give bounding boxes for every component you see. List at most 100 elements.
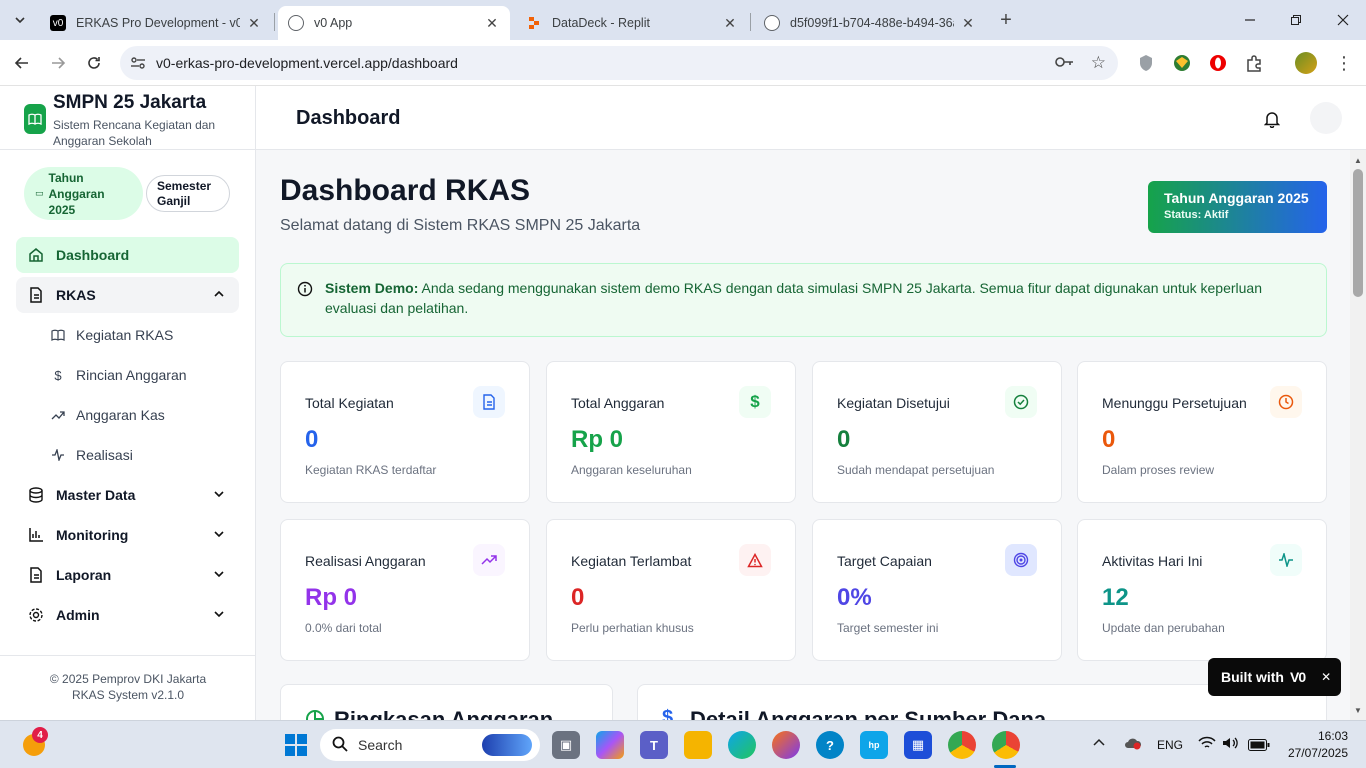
chevron-down-icon: [213, 567, 225, 583]
scrollbar[interactable]: ▲ ▼: [1350, 150, 1366, 720]
minimize-icon[interactable]: [1238, 8, 1262, 32]
new-tab-icon[interactable]: +: [994, 8, 1018, 32]
trending-up-icon: [473, 544, 505, 576]
subnav-anggaran-kas[interactable]: Anggaran Kas: [40, 397, 239, 433]
close-icon[interactable]: ✕: [1321, 670, 1331, 684]
extensions-puzzle-icon[interactable]: [1242, 51, 1266, 75]
database-icon: [16, 487, 56, 503]
check-circle-icon: [1005, 386, 1037, 418]
profile-avatar-icon[interactable]: [1294, 51, 1318, 75]
close-window-icon[interactable]: [1331, 8, 1355, 32]
globe-extension-icon[interactable]: [1170, 51, 1194, 75]
tab-search-icon[interactable]: [8, 8, 32, 32]
search-icon: [332, 736, 348, 755]
v0-logo-icon: V0: [1290, 669, 1306, 685]
nav-dashboard[interactable]: Dashboard: [16, 237, 239, 273]
top-header: Dashboard: [256, 86, 1366, 150]
notification-count-badge: 4: [32, 727, 48, 743]
shield-extension-icon[interactable]: [1134, 51, 1158, 75]
bell-icon[interactable]: [1263, 110, 1281, 133]
clock-time[interactable]: 16:03: [1296, 729, 1348, 743]
dollar-icon: $: [54, 367, 62, 383]
main-content: Dashboard Dashboard RKAS Selamat datang …: [256, 86, 1366, 720]
book-icon: [40, 329, 76, 341]
weather-icon[interactable]: 4: [20, 727, 48, 759]
browser-toolbar: v0-erkas-pro-development.vercel.app/dash…: [0, 40, 1366, 86]
bookmark-star-icon[interactable]: ☆: [1091, 53, 1106, 73]
browser-tab[interactable]: d5f099f1-b704-488e-b494-36a ✕: [754, 6, 986, 40]
taskbar-search-box[interactable]: Search: [320, 729, 540, 761]
myhp-icon[interactable]: hp: [860, 731, 888, 759]
battery-icon[interactable]: [1248, 738, 1270, 756]
close-tab-icon[interactable]: ✕: [246, 15, 262, 32]
close-tab-icon[interactable]: ✕: [960, 15, 976, 32]
nav-master-data[interactable]: Master Data: [16, 477, 239, 513]
section-title: Detail Anggaran per Sumber Dana: [690, 707, 1047, 720]
stat-card-menunggu-persetujuan: Menunggu Persetujuan 0 Dalam proses revi…: [1077, 361, 1327, 503]
header-title: Dashboard: [296, 107, 401, 129]
chrome-profile-icon[interactable]: [992, 731, 1020, 759]
site-info-icon[interactable]: [120, 56, 156, 70]
nav-monitoring[interactable]: Monitoring: [16, 517, 239, 553]
browser-tab-active[interactable]: v0 App ✕: [278, 6, 510, 40]
footer-version: RKAS System v2.1.0: [71, 688, 185, 702]
stat-card-total-anggaran: Total Anggaran $ Rp 0 Anggaran keseluruh…: [546, 361, 796, 503]
file-icon: [16, 287, 56, 303]
close-tab-icon[interactable]: ✕: [484, 15, 500, 32]
clock-date[interactable]: 27/07/2025: [1278, 746, 1348, 760]
restore-icon[interactable]: [1284, 8, 1308, 32]
calendar-icon: ▭: [35, 188, 44, 198]
opera-extension-icon[interactable]: [1206, 51, 1230, 75]
reload-icon[interactable]: [82, 51, 106, 75]
file-explorer-icon[interactable]: [684, 731, 712, 759]
stat-card-realisasi-anggaran: Realisasi Anggaran Rp 0 0.0% dari total: [280, 519, 530, 661]
browser-tab[interactable]: v0 ERKAS Pro Development - v0 b ✕: [40, 6, 272, 40]
activity-icon: [40, 449, 76, 461]
close-tab-icon[interactable]: ✕: [722, 15, 738, 32]
nav-rkas[interactable]: RKAS: [16, 277, 239, 313]
volume-icon[interactable]: [1222, 736, 1240, 755]
dollar-icon: $: [662, 707, 674, 720]
onedrive-icon[interactable]: [1124, 736, 1142, 755]
trend-icon: [40, 409, 76, 421]
browser-tab[interactable]: DataDeck - Replit ✕: [516, 6, 748, 40]
wifi-icon[interactable]: [1198, 736, 1216, 755]
menu-dots-icon[interactable]: ⋮: [1332, 51, 1356, 75]
address-bar[interactable]: v0-erkas-pro-development.vercel.app/dash…: [120, 46, 1118, 80]
home-icon: [16, 247, 56, 263]
subnav-kegiatan-rkas[interactable]: Kegiatan RKAS: [40, 317, 239, 353]
store-icon[interactable]: ▦: [904, 731, 932, 759]
dollar-icon: $: [739, 386, 771, 418]
language-indicator[interactable]: ENG: [1157, 738, 1183, 752]
subnav-rincian-anggaran[interactable]: $ Rincian Anggaran: [40, 357, 239, 393]
task-view-icon[interactable]: ▣: [552, 731, 580, 759]
chevron-up-icon[interactable]: [1092, 736, 1106, 755]
firefox-icon[interactable]: [772, 731, 800, 759]
url-text[interactable]: v0-erkas-pro-development.vercel.app/dash…: [156, 55, 458, 71]
stat-card-total-kegiatan: Total Kegiatan 0 Kegiatan RKAS terdaftar: [280, 361, 530, 503]
edge-icon[interactable]: [728, 731, 756, 759]
built-with-v0-badge[interactable]: Built with V0 ✕: [1208, 658, 1341, 696]
teams-icon[interactable]: T: [640, 731, 668, 759]
forward-icon[interactable]: [46, 51, 70, 75]
nav-laporan[interactable]: Laporan: [16, 557, 239, 593]
app-root: SMPN 25 Jakarta Sistem Rencana Kegiatan …: [0, 86, 1366, 720]
target-icon: [1005, 544, 1037, 576]
chevron-down-icon: [213, 527, 225, 543]
copilot-icon[interactable]: [596, 731, 624, 759]
password-key-icon[interactable]: [1054, 54, 1074, 73]
windows-taskbar: 4 Search ▣ T ? hp ▦ ENG 16:03 27/07/2025: [0, 720, 1366, 768]
page-subtitle: Selamat datang di Sistem RKAS SMPN 25 Ja…: [280, 217, 641, 234]
nav-admin[interactable]: Admin: [16, 597, 239, 633]
section-title: Ringkasan Anggaran: [334, 707, 554, 720]
windows-start-icon[interactable]: [282, 731, 310, 759]
user-avatar[interactable]: [1310, 102, 1342, 134]
back-icon[interactable]: [10, 51, 34, 75]
help-icon[interactable]: ?: [816, 731, 844, 759]
globe-icon: [288, 15, 304, 31]
gear-icon: [16, 607, 56, 623]
stat-card-kegiatan-disetujui: Kegiatan Disetujui 0 Sudah mendapat pers…: [812, 361, 1062, 503]
chrome-icon[interactable]: [948, 731, 976, 759]
subnav-realisasi[interactable]: Realisasi: [40, 437, 239, 473]
scrollbar-thumb[interactable]: [1353, 169, 1363, 297]
